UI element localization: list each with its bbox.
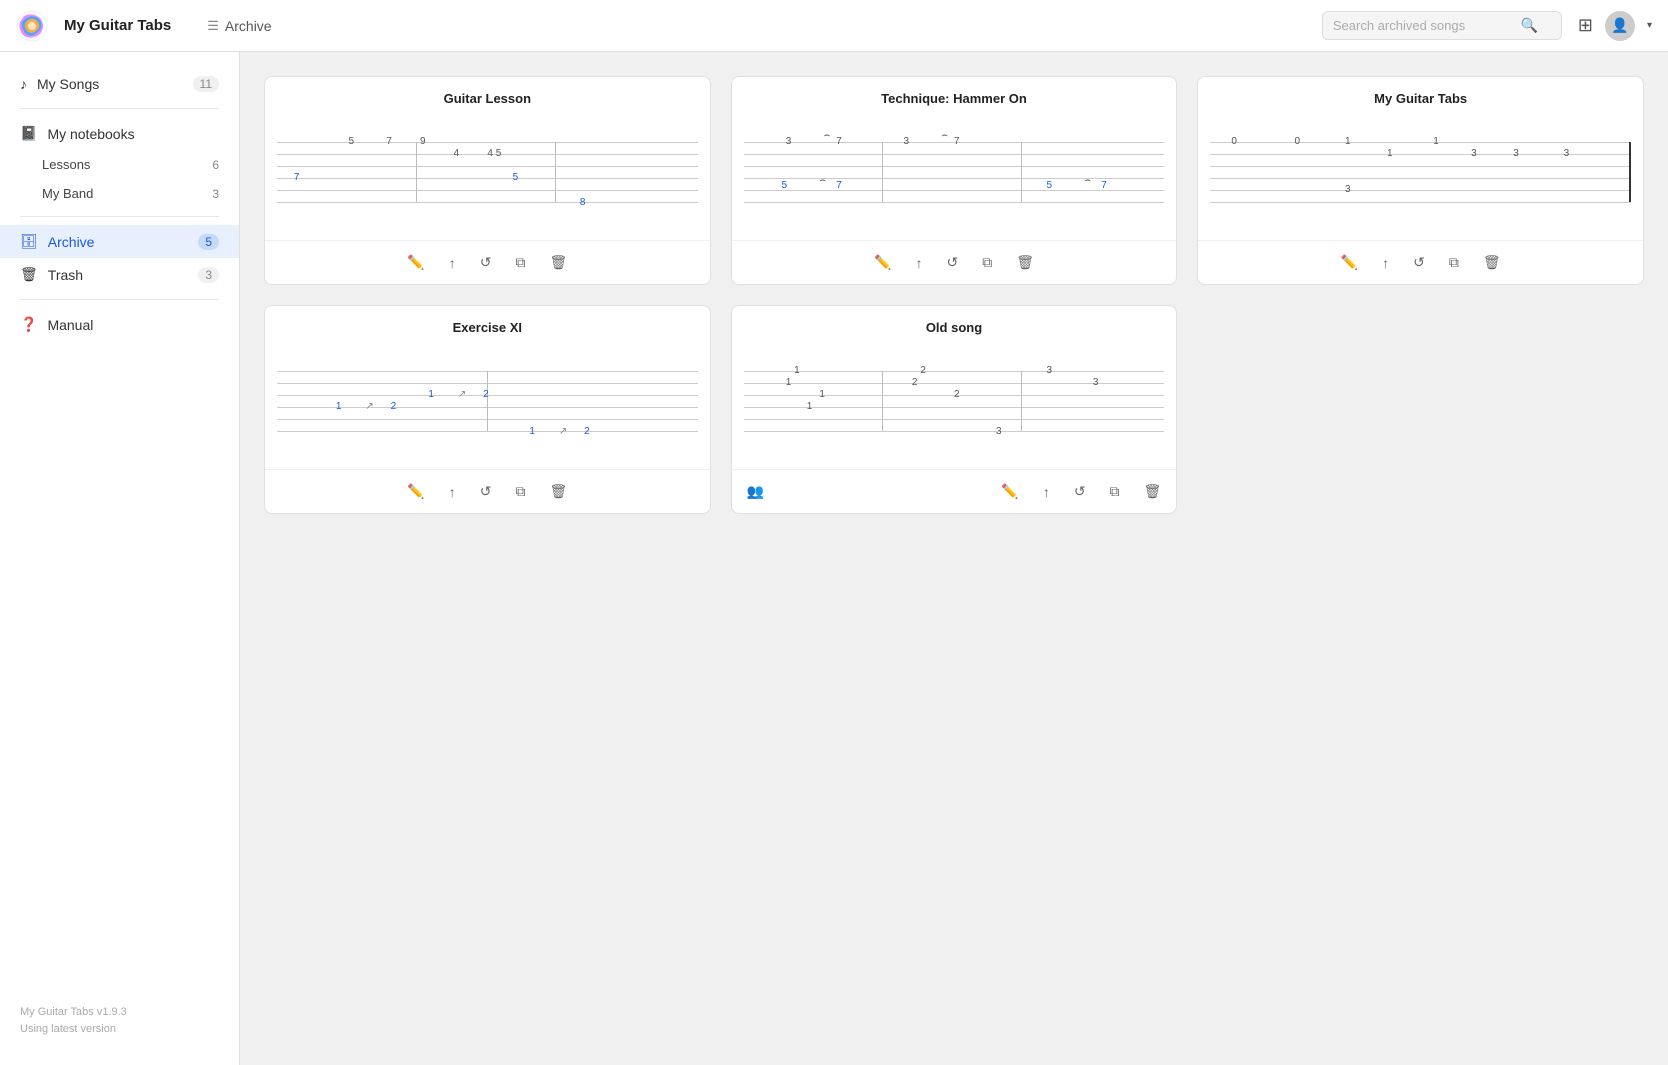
music-note-icon: ♪ [20, 76, 27, 92]
restore-button[interactable]: ↺ [477, 480, 495, 503]
delete-button[interactable]: 🗑 [1013, 251, 1037, 274]
search-box[interactable]: 🔍 [1322, 11, 1562, 40]
old-song-title: Old song [732, 306, 1177, 343]
sidebar-notebooks-label: My notebooks [47, 126, 219, 142]
archive-nav-icon: 🗄 [20, 233, 38, 250]
breadcrumb: ☰ Archive [207, 18, 1306, 34]
delete-button[interactable]: 🗑 [547, 480, 571, 503]
main-content: Guitar Lesson 5 [240, 52, 1668, 1065]
duplicate-button[interactable]: ⧉ [513, 251, 529, 274]
song-card-guitar-lesson: Guitar Lesson 5 [264, 76, 711, 285]
delete-button[interactable]: 🗑 [1141, 480, 1165, 503]
sidebar-item-my-band[interactable]: My Band 3 [0, 179, 239, 208]
header: My Guitar Tabs ☰ Archive 🔍 ⊞ 👤 ▾ [0, 0, 1668, 52]
search-icon: 🔍 [1521, 17, 1538, 34]
version-label: My Guitar Tabs v1.9.3 [20, 1004, 219, 1021]
my-band-label: My Band [42, 186, 204, 201]
sidebar: ♪ My Songs 11 📓 My notebooks Lessons 6 M… [0, 52, 240, 1065]
exercise-xi-title: Exercise XI [265, 306, 710, 343]
sidebar-item-manual[interactable]: ❓ Manual [0, 308, 239, 341]
grid-icon[interactable]: ⊞ [1578, 15, 1593, 36]
edit-button[interactable]: ✏️ [871, 251, 894, 274]
my-guitar-tabs-tab: 0 0 1 1 1 3 3 3 3 [1198, 114, 1643, 240]
my-guitar-tabs-actions: ✏️ ↑ ↺ ⧉ 🗑 [1198, 240, 1643, 284]
trash-icon: 🗑 [20, 266, 38, 283]
notebook-icon: 📓 [20, 125, 37, 142]
sidebar-item-trash[interactable]: 🗑 Trash 3 [0, 258, 239, 291]
restore-button[interactable]: ↺ [943, 251, 961, 274]
archive-nav-label: Archive [48, 234, 189, 250]
trash-label: Trash [48, 267, 189, 283]
sidebar-item-my-notebooks[interactable]: 📓 My notebooks [0, 117, 239, 150]
archive-label: Archive [225, 18, 272, 34]
guitar-lesson-actions: ✏️ ↑ ↺ ⧉ 🗑 [265, 240, 710, 284]
sidebar-divider-3 [20, 299, 219, 300]
duplicate-button[interactable]: ⧉ [1107, 480, 1123, 503]
manual-label: Manual [47, 317, 219, 333]
old-song-tab: 1 1 1 1 2 2 2 3 3 3 [732, 343, 1177, 469]
archive-count: 5 [198, 234, 219, 250]
avatar[interactable]: 👤 [1605, 11, 1635, 41]
restore-button[interactable]: ↺ [1071, 480, 1089, 503]
collaborators-button[interactable]: 👥 [744, 480, 767, 503]
song-card-old-song: Old song 1 1 1 [731, 305, 1178, 514]
dropdown-arrow-icon[interactable]: ▾ [1647, 20, 1652, 31]
share-button[interactable]: ↑ [1040, 481, 1053, 503]
sidebar-item-archive[interactable]: 🗄 Archive 5 [0, 225, 239, 258]
layout: ♪ My Songs 11 📓 My notebooks Lessons 6 M… [0, 52, 1668, 1065]
header-right: ⊞ 👤 ▾ [1578, 11, 1652, 41]
hammer-on-actions: ✏️ ↑ ↺ ⧉ 🗑 [732, 240, 1177, 284]
app-logo [16, 10, 48, 42]
manual-icon: ❓ [20, 316, 37, 333]
share-button[interactable]: ↑ [912, 252, 925, 274]
sidebar-footer: My Guitar Tabs v1.9.3 Using latest versi… [0, 992, 239, 1049]
exercise-xi-actions: ✏️ ↑ ↺ ⧉ 🗑 [265, 469, 710, 513]
sidebar-item-lessons[interactable]: Lessons 6 [0, 150, 239, 179]
search-input[interactable] [1333, 18, 1513, 33]
song-card-hammer-on: Technique: Hammer On 3 ⌢ 7 [731, 76, 1178, 285]
hammer-on-tab: 3 ⌢ 7 3 ⌢ 7 5 ⌢ 7 5 ⌢ 7 [732, 114, 1177, 240]
hammer-on-title: Technique: Hammer On [732, 77, 1177, 114]
exercise-xi-tab: 1 ↗ 2 1 ↗ 2 1 ↗ 2 [265, 343, 710, 469]
archive-icon: ☰ [207, 18, 219, 34]
sidebar-item-my-songs[interactable]: ♪ My Songs 11 [0, 68, 239, 100]
lessons-label: Lessons [42, 157, 204, 172]
sidebar-divider-1 [20, 108, 219, 109]
edit-button[interactable]: ✏️ [404, 251, 427, 274]
restore-button[interactable]: ↺ [1410, 251, 1428, 274]
share-button[interactable]: ↑ [446, 252, 459, 274]
trash-count: 3 [198, 267, 219, 283]
song-card-exercise-xi: Exercise XI 1 ↗ 2 1 [264, 305, 711, 514]
share-button[interactable]: ↑ [446, 481, 459, 503]
delete-button[interactable]: 🗑 [1480, 251, 1504, 274]
edit-button[interactable]: ✏️ [998, 480, 1021, 503]
share-button[interactable]: ↑ [1379, 252, 1392, 274]
songs-grid: Guitar Lesson 5 [264, 76, 1644, 514]
sidebar-divider-2 [20, 216, 219, 217]
sidebar-my-songs-count: 11 [193, 76, 219, 92]
my-guitar-tabs-title: My Guitar Tabs [1198, 77, 1643, 114]
old-song-actions: 👥 ✏️ ↑ ↺ ⧉ 🗑 [732, 469, 1177, 513]
delete-button[interactable]: 🗑 [547, 251, 571, 274]
app-name: My Guitar Tabs [64, 17, 171, 34]
avatar-placeholder: 👤 [1611, 17, 1628, 34]
my-band-count: 3 [212, 187, 219, 201]
song-card-my-guitar-tabs: My Guitar Tabs 0 0 1 [1197, 76, 1644, 285]
version-status-label: Using latest version [20, 1021, 219, 1038]
edit-button[interactable]: ✏️ [1338, 251, 1361, 274]
edit-button[interactable]: ✏️ [404, 480, 427, 503]
guitar-lesson-title: Guitar Lesson [265, 77, 710, 114]
lessons-count: 6 [212, 158, 219, 172]
guitar-lesson-tab: 5 7 9 7 4 5 4 5 8 [265, 114, 710, 240]
restore-button[interactable]: ↺ [477, 251, 495, 274]
sidebar-my-songs-label: My Songs [37, 76, 183, 92]
duplicate-button[interactable]: ⧉ [1446, 251, 1462, 274]
duplicate-button[interactable]: ⧉ [513, 480, 529, 503]
duplicate-button[interactable]: ⧉ [979, 251, 995, 274]
